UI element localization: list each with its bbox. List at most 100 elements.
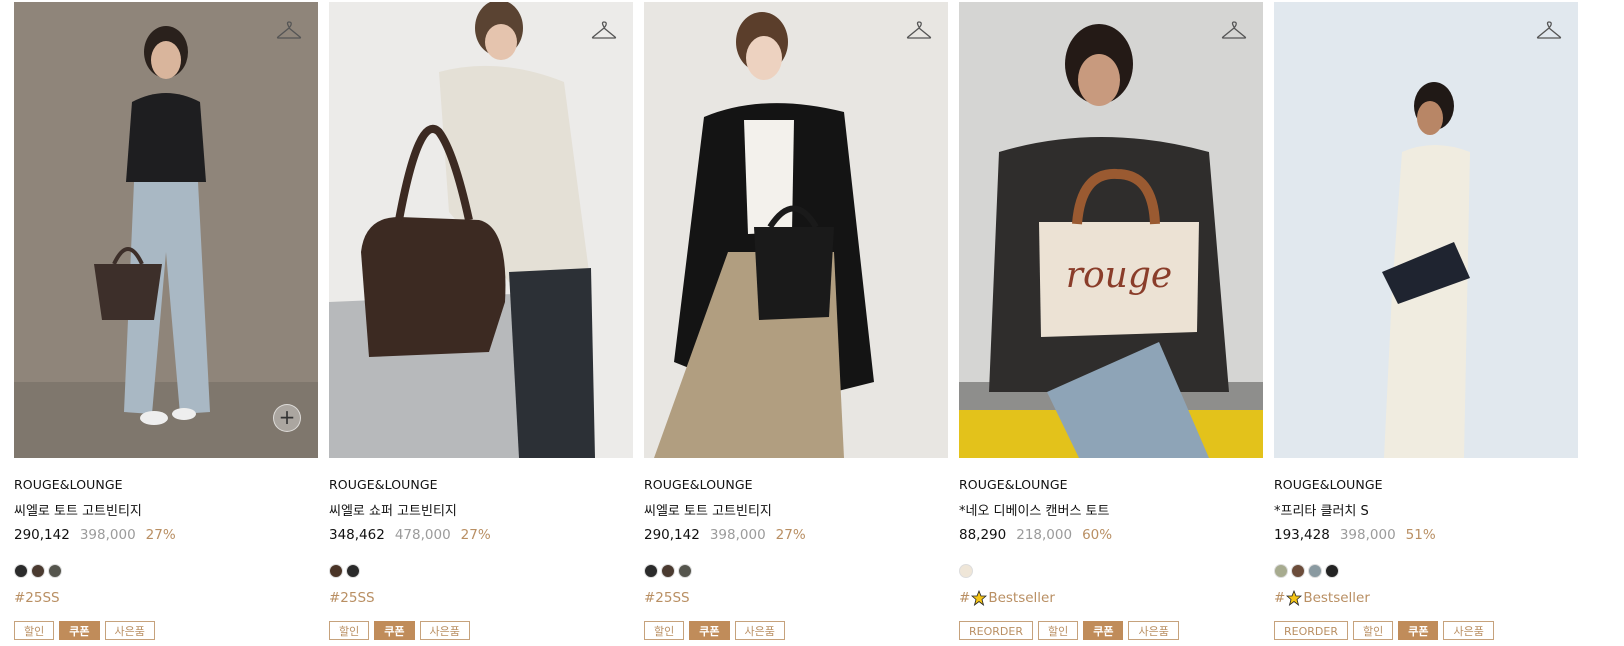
price-row: 290,142 398,000 27% <box>14 527 318 543</box>
product-brand[interactable]: ROUGE&LOUNGE <box>1274 477 1578 492</box>
color-swatch[interactable] <box>661 564 675 578</box>
sale-price: 290,142 <box>644 527 700 543</box>
product-photo <box>1274 2 1578 458</box>
badge-2: 사은품 <box>419 621 470 640</box>
product-photo: rouge <box>959 2 1263 458</box>
color-swatch[interactable] <box>959 564 973 578</box>
product-name[interactable]: 씨엘로 토트 고트빈티지 <box>14 500 318 519</box>
color-swatches <box>329 564 633 579</box>
product-card[interactable]: + ROUGE&LOUNGE 씨엘로 토트 고트빈티지 290,142 398,… <box>14 2 318 640</box>
badge-row: 할인 쿠폰 사은품 <box>329 621 633 640</box>
product-card[interactable]: rouge ROUGE&LOUNGE *네오 디베이스 캔버스 토트 88,29… <box>959 2 1263 640</box>
badge-1: 쿠폰 <box>374 621 415 640</box>
hashtag[interactable]: #25SS <box>329 590 633 606</box>
product-brand[interactable]: ROUGE&LOUNGE <box>329 477 633 492</box>
badge-1: 할인 <box>1037 621 1079 640</box>
hanger-icon[interactable] <box>906 20 932 42</box>
product-image[interactable] <box>1274 2 1578 458</box>
sale-price: 348,462 <box>329 527 385 543</box>
hanger-icon[interactable] <box>276 20 302 42</box>
product-image[interactable]: rouge <box>959 2 1263 458</box>
color-swatch[interactable] <box>48 564 62 578</box>
color-swatch[interactable] <box>14 564 28 578</box>
sale-price: 88,290 <box>959 527 1007 543</box>
product-photo <box>329 2 633 458</box>
product-photo <box>644 2 948 458</box>
sale-price: 290,142 <box>14 527 70 543</box>
price-row: 290,142 398,000 27% <box>644 527 948 543</box>
badge-0: 할인 <box>644 621 685 640</box>
star-bee-icon <box>971 590 988 606</box>
product-photo <box>14 2 318 458</box>
hanger-icon[interactable] <box>1536 20 1562 42</box>
product-name[interactable]: 씨엘로 토트 고트빈티지 <box>644 500 948 519</box>
badge-0: REORDER <box>959 621 1033 640</box>
badge-3: 사은품 <box>1128 621 1179 640</box>
product-grid: + ROUGE&LOUNGE 씨엘로 토트 고트빈티지 290,142 398,… <box>0 0 1624 646</box>
hashtag[interactable]: #25SS <box>644 590 948 606</box>
discount-rate: 27% <box>460 527 491 543</box>
color-swatches <box>14 564 318 579</box>
tag-label: #25SS <box>644 590 690 606</box>
color-swatches <box>959 564 1263 579</box>
original-price: 398,000 <box>709 527 766 543</box>
badge-2: 쿠폰 <box>1083 621 1124 640</box>
price-row: 193,428 398,000 51% <box>1274 527 1578 543</box>
discount-rate: 27% <box>145 527 176 543</box>
badge-1: 할인 <box>1352 621 1394 640</box>
product-name[interactable]: 씨엘로 쇼퍼 고트빈티지 <box>329 500 633 519</box>
color-swatch[interactable] <box>1325 564 1339 578</box>
hashtag[interactable]: # Bestseller <box>1274 590 1578 606</box>
discount-rate: 51% <box>1405 527 1436 543</box>
product-card[interactable]: ROUGE&LOUNGE *프리타 클러치 S 193,428 398,000 … <box>1274 2 1578 640</box>
original-price: 478,000 <box>394 527 451 543</box>
product-brand[interactable]: ROUGE&LOUNGE <box>644 477 948 492</box>
badge-row: REORDER 할인 쿠폰 사은품 <box>959 621 1263 640</box>
original-price: 398,000 <box>79 527 136 543</box>
product-brand[interactable]: ROUGE&LOUNGE <box>14 477 318 492</box>
color-swatch[interactable] <box>678 564 692 578</box>
product-brand[interactable]: ROUGE&LOUNGE <box>959 477 1263 492</box>
color-swatch[interactable] <box>31 564 45 578</box>
badge-row: 할인 쿠폰 사은품 <box>14 621 318 640</box>
color-swatch[interactable] <box>346 564 360 578</box>
hanger-icon[interactable] <box>1221 20 1247 42</box>
discount-rate: 60% <box>1082 527 1113 543</box>
hash-mark: # <box>1274 590 1286 606</box>
tag-label: Bestseller <box>988 590 1055 606</box>
badge-2: 쿠폰 <box>1398 621 1439 640</box>
plus-icon[interactable]: + <box>273 404 301 432</box>
badge-0: 할인 <box>14 621 55 640</box>
product-image[interactable] <box>329 2 633 458</box>
badge-row: REORDER 할인 쿠폰 사은품 <box>1274 621 1578 640</box>
color-swatches <box>644 564 948 579</box>
svg-text:rouge: rouge <box>1066 255 1172 296</box>
hanger-icon[interactable] <box>591 20 617 42</box>
original-price: 398,000 <box>1339 527 1396 543</box>
color-swatch[interactable] <box>1308 564 1322 578</box>
color-swatches <box>1274 564 1578 579</box>
badge-row: 할인 쿠폰 사은품 <box>644 621 948 640</box>
star-bee-icon <box>1286 590 1303 606</box>
product-image[interactable] <box>644 2 948 458</box>
color-swatch[interactable] <box>1291 564 1305 578</box>
color-swatch[interactable] <box>329 564 343 578</box>
discount-rate: 27% <box>775 527 806 543</box>
badge-1: 쿠폰 <box>59 621 100 640</box>
price-row: 88,290 218,000 60% <box>959 527 1263 543</box>
badge-1: 쿠폰 <box>689 621 730 640</box>
hashtag[interactable]: # Bestseller <box>959 590 1263 606</box>
product-name[interactable]: *프리타 클러치 S <box>1274 500 1578 519</box>
badge-3: 사은품 <box>1443 621 1494 640</box>
color-swatch[interactable] <box>644 564 658 578</box>
product-name[interactable]: *네오 디베이스 캔버스 토트 <box>959 500 1263 519</box>
price-row: 348,462 478,000 27% <box>329 527 633 543</box>
badge-0: 할인 <box>329 621 370 640</box>
hashtag[interactable]: #25SS <box>14 590 318 606</box>
product-card[interactable]: ROUGE&LOUNGE 씨엘로 쇼퍼 고트빈티지 348,462 478,00… <box>329 2 633 640</box>
product-image[interactable]: + <box>14 2 318 458</box>
product-card[interactable]: ROUGE&LOUNGE 씨엘로 토트 고트빈티지 290,142 398,00… <box>644 2 948 640</box>
tag-label: #25SS <box>329 590 375 606</box>
color-swatch[interactable] <box>1274 564 1288 578</box>
tag-label: Bestseller <box>1303 590 1370 606</box>
